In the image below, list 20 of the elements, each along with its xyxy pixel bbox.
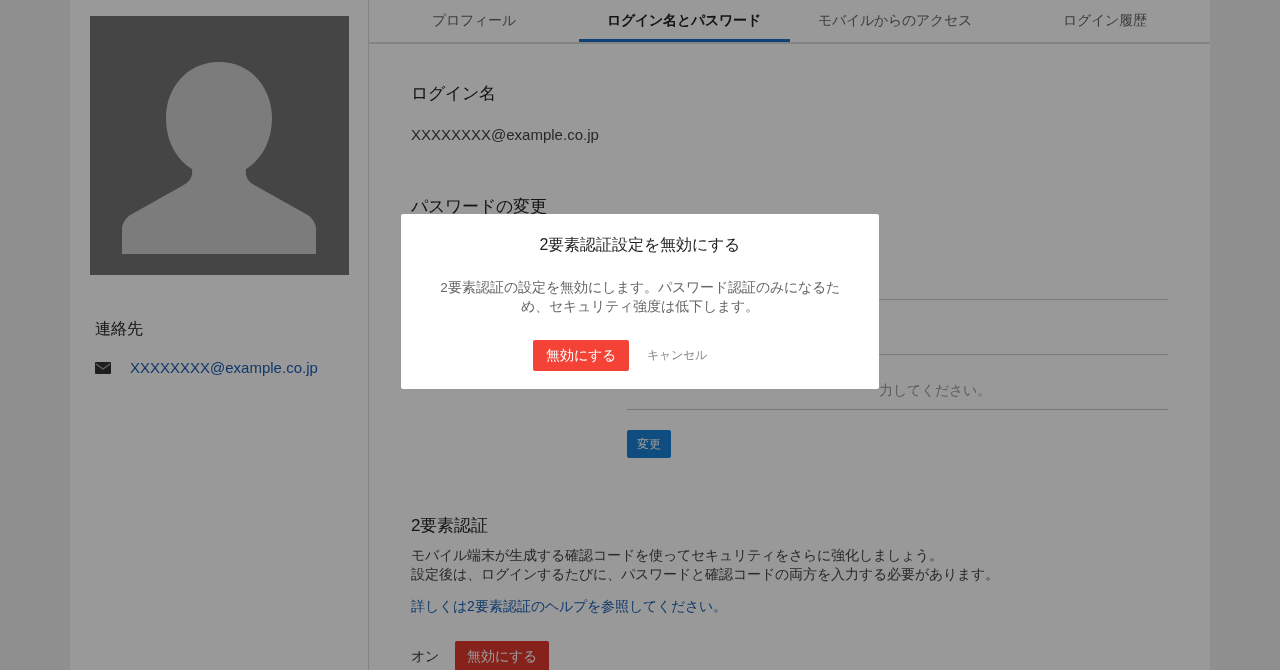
description-text: 設定後は、ログインするたびに、パスワードと確認コードの両方を入力する必要があります。	[411, 565, 1000, 584]
dialog-message: 2要素認証の設定を無効にします。パスワード認証のみになるため、セキュリティ強度は低下します。	[439, 279, 841, 316]
tab[interactable]: モバイルからのアクセス	[789, 0, 1000, 42]
email-link[interactable]: XXXXXXXX@example.co.jp	[130, 359, 318, 376]
dialog-title: 2要素認証設定を無効にする	[538, 235, 742, 255]
section-heading: 2要素認証	[411, 515, 490, 537]
tab[interactable]: ログイン履歴	[999, 0, 1210, 42]
help-link[interactable]: 詳しくは2要素認証のヘルプを参照してください。	[411, 598, 1168, 616]
envelope-icon	[95, 361, 111, 374]
description-text: モバイル端末が生成する確認コードを使ってセキュリティをさらに強化しましょう。	[411, 546, 944, 565]
section-heading: ログイン名	[411, 83, 497, 105]
login-name-value: XXXXXXXX@example.co.jp	[411, 126, 600, 143]
confirm-button[interactable]: 無効にする	[533, 340, 629, 371]
tab[interactable]: ログイン名とパスワード	[579, 0, 790, 42]
tab[interactable]: プロフィール	[369, 0, 580, 42]
status-text: オン	[411, 647, 439, 666]
section-heading: パスワードの変更	[411, 196, 548, 218]
contact-heading: 連絡先	[95, 319, 144, 339]
change-button[interactable]: 変更	[627, 430, 671, 458]
disable-button[interactable]: 無効にする	[455, 641, 549, 670]
